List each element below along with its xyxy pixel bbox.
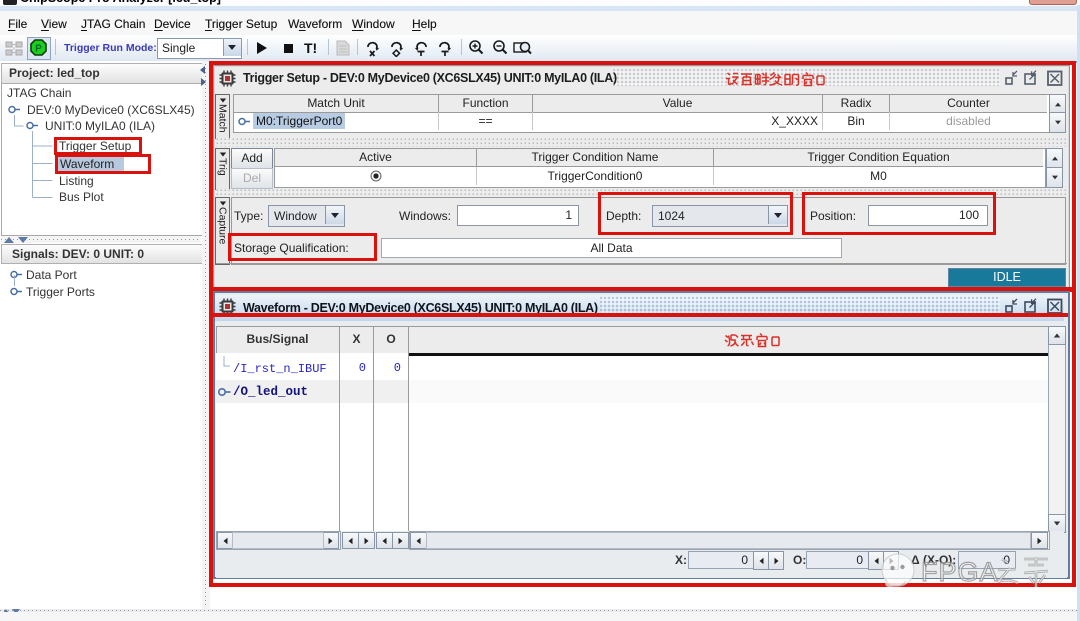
svg-text:P: P xyxy=(35,44,42,55)
svg-text:FPGA: FPGA xyxy=(921,557,999,587)
